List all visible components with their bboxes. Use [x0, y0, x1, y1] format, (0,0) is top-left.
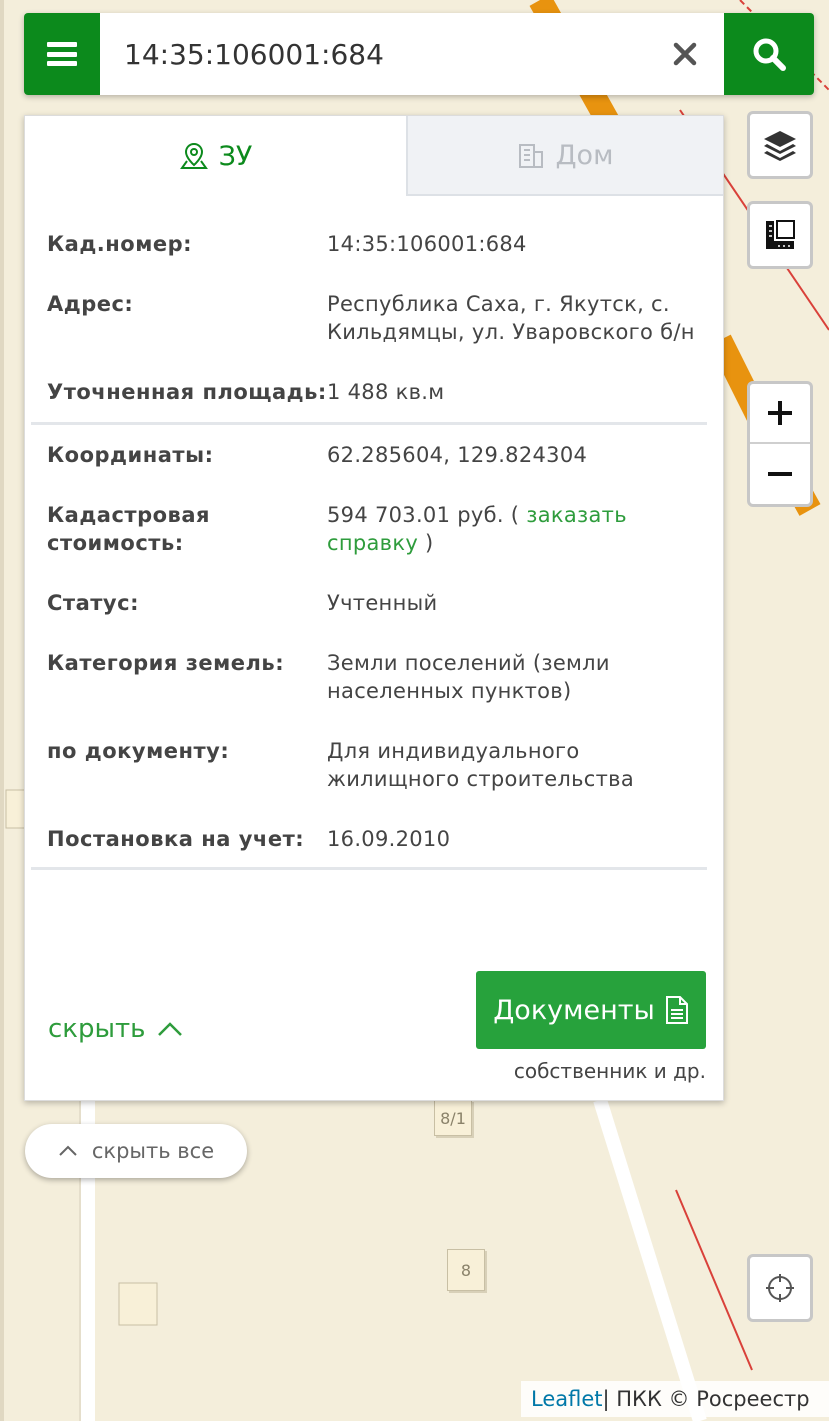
building-footprint [5, 789, 27, 829]
document-icon [665, 996, 688, 1024]
menu-button[interactable] [24, 13, 100, 95]
side-road-curved [593, 1097, 707, 1421]
hide-panel-label: скрыть [48, 1014, 146, 1044]
cost-link-close: ) [418, 531, 434, 555]
hamburger-icon [47, 42, 77, 66]
section-divider [31, 867, 707, 870]
zoom-out-button[interactable] [750, 444, 810, 504]
plus-icon [768, 401, 792, 425]
search-input[interactable] [124, 37, 644, 71]
documents-button[interactable]: Документы [476, 971, 706, 1049]
info-row-status: Статус: Учтенный [31, 589, 707, 617]
crosshair-icon [766, 1274, 794, 1302]
cost-value-wrap: 594 703.01 руб. ( заказать справку ) [327, 501, 707, 557]
tab-land-plot-label: ЗУ [218, 140, 253, 172]
hide-all-label: скрыть все [91, 1139, 215, 1163]
search-button[interactable] [724, 13, 814, 95]
documents-subtitle: собственник и др. [513, 1059, 706, 1083]
coordinates-label: Координаты: [47, 443, 214, 467]
chevron-up-icon [157, 1022, 182, 1036]
house-number-label: 8 [447, 1249, 485, 1291]
area-value: 1 488 кв.м [327, 380, 445, 404]
info-row-area: Уточненная площадь: 1 488 кв.м [31, 378, 707, 406]
minus-icon [768, 472, 792, 476]
panel-body: Кад.номер: 14:35:106001:684 Адрес: Респу… [31, 196, 707, 870]
hide-all-button[interactable]: скрыть все [25, 1124, 247, 1178]
info-panel: ЗУ Дом Кад.номер: 14:35:106001:684 Адрес… [24, 115, 724, 1101]
registered-value: 16.09.2010 [327, 827, 451, 851]
panel-tabs: ЗУ Дом [25, 116, 723, 196]
chevron-up-icon [59, 1145, 77, 1156]
cost-value: 594 703.01 руб. [327, 503, 504, 527]
cost-label: Кадастровая стоимость: [47, 503, 210, 555]
info-row-by-document: по документу: Для индивидуального жилищн… [31, 737, 707, 793]
info-row-address: Адрес: Республика Саха, г. Якутск, с. Ки… [31, 290, 707, 346]
cost-link-open: ( [503, 503, 527, 527]
address-value: Республика Саха, г. Якутск, с. Кильдямцы… [327, 292, 695, 344]
by-document-label: по документу: [47, 739, 230, 763]
category-value: Земли поселений (земли населенных пункто… [327, 651, 610, 703]
attribution-text: | ПКК © Росреестр [602, 1387, 810, 1411]
coordinates-value: 62.285604, 129.824304 [327, 443, 588, 467]
layers-icon [764, 131, 796, 161]
locate-button[interactable] [747, 1254, 813, 1322]
tab-land-plot[interactable]: ЗУ [25, 116, 406, 196]
search-icon [753, 38, 786, 71]
layers-button[interactable] [747, 111, 813, 179]
cadastral-boundary [675, 1189, 753, 1371]
area-label: Уточненная площадь: [47, 380, 327, 404]
search-input-wrap [100, 13, 724, 95]
zoom-in-button[interactable] [750, 384, 810, 444]
search-bar [24, 13, 814, 95]
registered-label: Постановка на учет: [47, 827, 305, 851]
tab-building-label: Дом [555, 139, 614, 171]
info-row-coordinates: Координаты: 62.285604, 129.824304 [31, 441, 707, 469]
tab-building[interactable]: Дом [405, 116, 723, 196]
building-footprint [118, 1282, 158, 1326]
info-row-cad-number: Кад.номер: 14:35:106001:684 [31, 230, 707, 258]
documents-button-label: Документы [493, 994, 655, 1026]
status-label: Статус: [47, 591, 139, 615]
info-row-registered: Постановка на учет: 16.09.2010 [31, 825, 707, 853]
leaflet-link[interactable]: Leaflet [531, 1387, 603, 1411]
ruler-icon [766, 220, 795, 249]
info-row-cost: Кадастровая стоимость: 594 703.01 руб. (… [31, 501, 707, 557]
building-icon [519, 144, 544, 168]
by-document-value: Для индивидуального жилищного строительс… [327, 739, 635, 791]
status-value: Учтенный [327, 591, 438, 615]
zoom-control [747, 381, 813, 507]
house-number-label: 8/1 [434, 1100, 472, 1136]
clear-search-button[interactable] [668, 37, 702, 71]
map-attribution: Leaflet | ПКК © Росреестр [521, 1381, 829, 1417]
hide-panel-link[interactable]: скрыть [48, 1014, 184, 1044]
address-label: Адрес: [47, 292, 134, 316]
cad-number-value: 14:35:106001:684 [327, 232, 527, 256]
category-label: Категория земель: [47, 651, 285, 675]
map-pin-icon [179, 142, 208, 169]
info-row-category: Категория земель: Земли поселений (земли… [31, 649, 707, 705]
measure-button[interactable] [747, 201, 813, 269]
cad-number-label: Кад.номер: [47, 232, 193, 256]
close-icon [673, 42, 697, 66]
